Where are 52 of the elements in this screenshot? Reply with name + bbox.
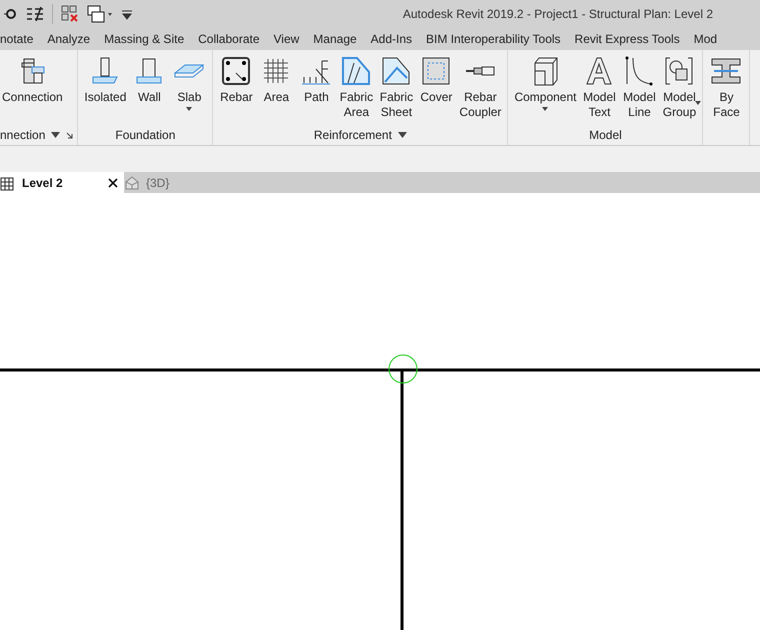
window-title: Autodesk Revit 2019.2 - Project1 - Structural Plan: Level 2 xyxy=(402,7,713,21)
pin-icon[interactable] xyxy=(4,7,18,21)
dropdown-icon[interactable] xyxy=(121,8,133,20)
cover-icon xyxy=(420,55,452,87)
menu-tab[interactable]: Massing & Site xyxy=(97,32,192,46)
menu-tab[interactable]: Collaborate xyxy=(191,32,266,46)
snap-circle xyxy=(388,354,418,384)
list-icon[interactable] xyxy=(26,6,44,22)
model-group-icon xyxy=(663,55,696,87)
ribbon-button[interactable]: Fabric Area xyxy=(337,50,376,125)
panel-label[interactable]: nnection xyxy=(0,128,46,142)
windows-icon[interactable] xyxy=(87,5,113,23)
ribbon-button[interactable]: Area xyxy=(257,50,296,125)
menu-tab[interactable]: Revit Express Tools xyxy=(568,32,687,46)
caret-icon[interactable] xyxy=(51,132,60,138)
menu-tab[interactable]: Analyze xyxy=(40,32,98,46)
ribbon-button[interactable]: Component xyxy=(512,50,578,125)
document-tab[interactable]: {3D} xyxy=(124,172,176,193)
delete-grid-icon[interactable] xyxy=(61,5,79,23)
menu-tab[interactable]: notate xyxy=(0,32,40,46)
house-icon xyxy=(124,174,140,190)
panel-label[interactable]: Foundation xyxy=(115,128,176,142)
panel-label[interactable]: Reinforcement xyxy=(314,128,392,142)
floor-plan-icon xyxy=(0,174,16,190)
ribbon-button[interactable]: Path xyxy=(297,50,336,125)
dialog-launcher-icon[interactable] xyxy=(66,132,74,138)
close-icon[interactable] xyxy=(108,178,118,188)
ribbon-button[interactable]: Wall xyxy=(130,50,168,125)
ribbon-button[interactable]: Isolated xyxy=(82,50,128,125)
menu-tab[interactable]: BIM Interoperability Tools xyxy=(419,32,568,46)
rebar-coupler-icon xyxy=(464,65,496,77)
menu-tab[interactable]: Add-Ins xyxy=(364,32,420,46)
ribbon-button[interactable]: Model Text xyxy=(580,50,618,125)
rebar-icon xyxy=(220,55,252,87)
fabric-area-icon xyxy=(340,55,372,87)
menu-tab[interactable]: Manage xyxy=(306,32,364,46)
ribbon-button[interactable]: Model Group xyxy=(660,50,698,125)
menu-tab[interactable]: View xyxy=(266,32,306,46)
menu-tab[interactable]: Mod xyxy=(686,32,724,46)
ribbon-button[interactable]: Rebar xyxy=(217,50,256,125)
fabric-sheet-icon xyxy=(380,55,412,87)
ribbon-button[interactable]: Cover xyxy=(417,50,456,125)
ribbon-button[interactable]: Fabric Sheet xyxy=(377,50,416,125)
ribbon-button[interactable]: By Face xyxy=(707,50,746,125)
panel-label[interactable]: Model xyxy=(589,128,622,142)
ribbon-button[interactable]: Model Line xyxy=(620,50,658,125)
model-line-icon xyxy=(623,55,656,87)
ribbon-button[interactable]: Connection xyxy=(0,50,65,125)
document-tab[interactable]: Level 2 xyxy=(0,172,124,193)
caret-icon[interactable] xyxy=(398,132,407,138)
ribbon-button[interactable]: Rebar Coupler xyxy=(457,50,504,125)
ribbon-button[interactable]: Slab xyxy=(170,50,208,125)
